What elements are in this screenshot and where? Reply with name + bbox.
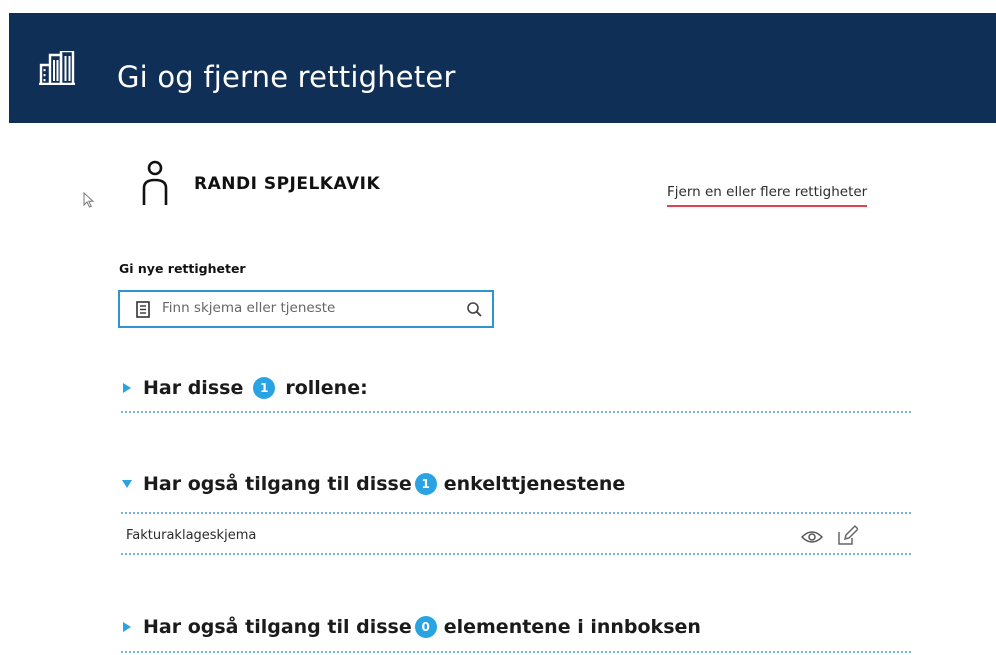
grant-rights-label: Gi nye rettigheter bbox=[119, 261, 246, 276]
person-icon bbox=[142, 160, 168, 205]
search-icon[interactable] bbox=[466, 301, 483, 318]
section-title-suffix: rollene: bbox=[285, 377, 368, 399]
section-title-suffix: elementene i innboksen bbox=[443, 616, 701, 638]
roles-section-toggle[interactable]: Har disse 1 rollene: bbox=[121, 373, 368, 403]
page-title: Gi og fjerne rettigheter bbox=[117, 60, 456, 94]
app-header: Gi og fjerne rettigheter bbox=[9, 13, 996, 123]
eye-icon[interactable] bbox=[801, 530, 823, 544]
search-field[interactable] bbox=[118, 290, 494, 328]
divider bbox=[121, 512, 911, 514]
edit-icon[interactable] bbox=[836, 524, 858, 546]
divider bbox=[121, 553, 911, 555]
mouse-cursor-icon bbox=[83, 192, 95, 208]
inbox-section-toggle[interactable]: Har også tilgang til disse 0 elementene … bbox=[121, 612, 701, 642]
triangle-down-icon bbox=[122, 480, 132, 488]
building-icon bbox=[39, 51, 75, 85]
divider bbox=[121, 411, 911, 413]
remove-rights-link[interactable]: Fjern en eller flere rettigheter bbox=[667, 184, 868, 207]
section-title-suffix: enkelttjenestene bbox=[443, 473, 626, 495]
triangle-right-icon bbox=[123, 383, 131, 393]
user-name: RANDI SPJELKAVIK bbox=[194, 174, 381, 194]
triangle-right-icon bbox=[123, 622, 131, 632]
document-icon bbox=[136, 301, 150, 318]
section-title-prefix: Har disse bbox=[143, 377, 244, 399]
search-input[interactable] bbox=[162, 300, 452, 316]
count-badge: 1 bbox=[414, 473, 437, 495]
divider bbox=[121, 651, 911, 653]
count-badge: 1 bbox=[253, 377, 276, 399]
section-title-prefix: Har også tilgang til disse bbox=[143, 473, 412, 495]
service-name: Fakturaklageskjema bbox=[126, 528, 257, 543]
services-section-toggle[interactable]: Har også tilgang til disse 1 enkelttjene… bbox=[121, 469, 625, 499]
count-badge: 0 bbox=[414, 616, 437, 638]
section-title-prefix: Har også tilgang til disse bbox=[143, 616, 412, 638]
list-item: Fakturaklageskjema bbox=[121, 522, 911, 552]
page: Gi og fjerne rettigheter RANDI SPJELKAVI… bbox=[0, 0, 996, 655]
